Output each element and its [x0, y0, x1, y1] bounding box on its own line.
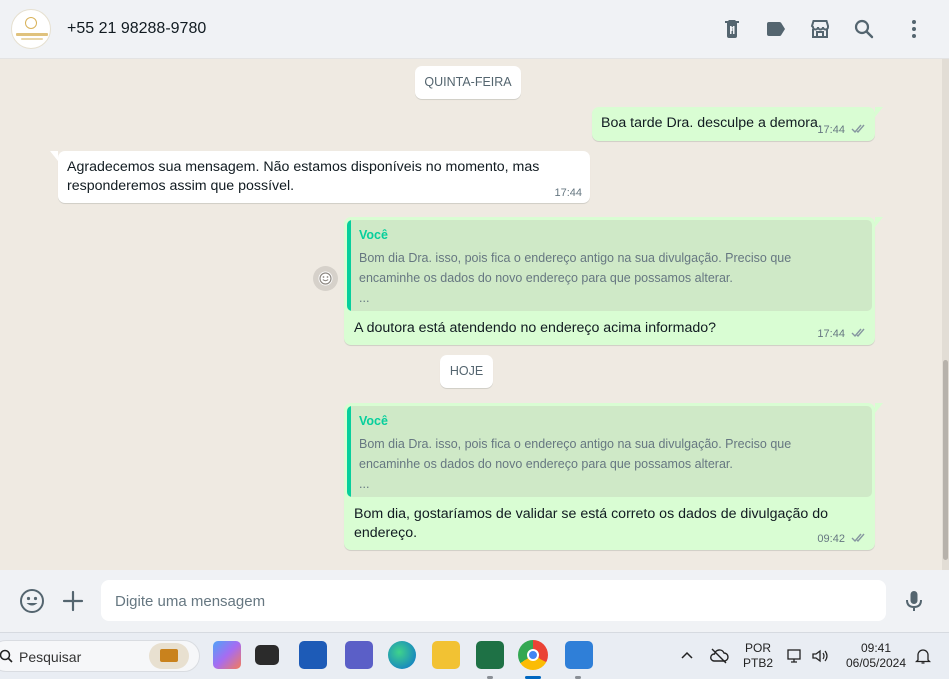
store-icon[interactable]: [808, 17, 832, 41]
chevron-up-icon[interactable]: [679, 648, 695, 669]
scrollbar-thumb[interactable]: [943, 360, 948, 560]
message-incoming[interactable]: Agradecemos sua mensagem. Não estamos di…: [50, 151, 590, 203]
delete-icon[interactable]: [720, 17, 744, 41]
quote-author: Você: [359, 228, 388, 242]
emoji-icon[interactable]: [19, 588, 45, 614]
quoted-message[interactable]: Você Bom dia Dra. isso, pois fica o ende…: [347, 406, 872, 497]
edge-icon[interactable]: [388, 641, 416, 669]
message-input[interactable]: [113, 580, 877, 623]
attach-plus-icon[interactable]: [60, 588, 86, 614]
contact-name[interactable]: +55 21 98288-9780: [67, 20, 206, 38]
quoted-message[interactable]: Você Bom dia Dra. isso, pois fica o ende…: [347, 220, 872, 311]
date-chip-today: HOJE: [440, 355, 493, 388]
taskbar-search-label: Pesquisar: [19, 649, 82, 665]
message-text: Boa tarde Dra. desculpe a demora.: [601, 115, 822, 131]
system-clock[interactable]: 09:41 06/05/2024: [838, 641, 914, 671]
quote-text: Bom dia Dra. isso, pois fica o endereço …: [359, 437, 792, 491]
message-text: Agradecemos sua mensagem. Não estamos di…: [67, 159, 540, 194]
teams-icon[interactable]: [345, 641, 373, 669]
chat-header: +55 21 98288-9780: [0, 0, 949, 59]
message-time: 17:44: [554, 187, 582, 199]
task-view-icon[interactable]: [255, 645, 279, 665]
contact-avatar[interactable]: [11, 9, 51, 49]
message-text: A doutora está atendendo no endereço aci…: [354, 320, 717, 336]
message-input-box[interactable]: [101, 580, 886, 623]
notification-bell-icon[interactable]: [914, 647, 932, 670]
message-time: 17:44: [817, 123, 845, 136]
search-icon[interactable]: [852, 17, 876, 41]
file-explorer-icon[interactable]: [432, 641, 460, 669]
label-icon[interactable]: [764, 17, 788, 41]
input-language[interactable]: POR PTB2: [740, 641, 776, 671]
microphone-icon[interactable]: [901, 588, 927, 614]
more-icon[interactable]: [902, 17, 926, 41]
message-outgoing[interactable]: Boa tarde Dra. desculpe a demora. 17:44: [592, 107, 883, 141]
message-composer: [0, 570, 949, 632]
search-icon: [0, 649, 13, 668]
double-check-icon: [851, 532, 867, 546]
double-check-icon: [851, 327, 867, 341]
volume-icon[interactable]: [810, 647, 830, 670]
notepad-icon[interactable]: [565, 641, 593, 669]
windows-taskbar: Pesquisar POR PTB2 09:41 06/05/2024: [0, 632, 949, 679]
copilot-icon[interactable]: [213, 641, 241, 669]
message-time: 17:44: [817, 327, 845, 340]
excel-icon[interactable]: [476, 641, 504, 669]
message-text: Bom dia, gostaríamos de validar se está …: [354, 506, 828, 541]
chrome-icon[interactable]: [518, 640, 548, 670]
store-icon[interactable]: [299, 641, 327, 669]
briefcase-icon: [149, 643, 189, 669]
emoji-reaction-button[interactable]: [313, 266, 338, 291]
quote-text: Bom dia Dra. isso, pois fica o endereço …: [359, 251, 792, 305]
logo-mark: [25, 17, 37, 29]
message-outgoing-reply[interactable]: Você Bom dia Dra. isso, pois fica o ende…: [344, 403, 883, 550]
message-outgoing-reply[interactable]: Você Bom dia Dra. isso, pois fica o ende…: [344, 217, 883, 345]
taskbar-search[interactable]: Pesquisar: [0, 640, 200, 672]
quote-author: Você: [359, 414, 388, 428]
message-list[interactable]: QUINTA-FEIRA Boa tarde Dra. desculpe a d…: [0, 59, 949, 570]
message-time: 09:42: [817, 532, 845, 545]
network-icon[interactable]: [786, 647, 804, 670]
date-chip-thursday: QUINTA-FEIRA: [415, 66, 521, 99]
cloud-sync-icon[interactable]: [709, 647, 729, 670]
double-check-icon: [851, 123, 867, 137]
